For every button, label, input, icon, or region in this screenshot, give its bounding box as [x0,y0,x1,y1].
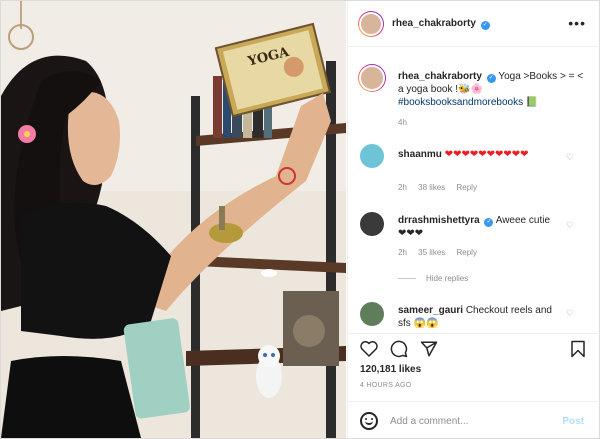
comment-likes[interactable]: 35 likes [418,248,445,257]
verified-icon: ✓ [484,218,494,227]
comment-text: ❤❤❤❤❤❤❤❤❤❤ [444,149,529,160]
caption-meta: 4h [398,118,416,127]
emoji-icon[interactable] [360,412,378,430]
caption-avatar-ring[interactable] [358,64,386,92]
hide-replies-divider [398,278,416,280]
caption-hashtag[interactable]: #booksbooksandmorebooks [398,97,523,108]
reply-button[interactable]: Reply [457,248,477,257]
verified-icon: ✓ [480,21,490,30]
instagram-post: YOGA rhea_chakraborty ✓ ••• rhea_chakrab… [0,0,600,439]
book-emoji-icon: 📗 [525,97,539,108]
comment-avatar[interactable] [360,212,384,236]
comment-text-block: sameer_gauri Checkout reels and sfs 😱😱 [398,304,558,330]
more-options-icon[interactable]: ••• [568,15,586,31]
post-side-panel: rhea_chakraborty ✓ ••• rhea_chakraborty … [347,1,600,438]
save-bookmark-icon[interactable] [570,340,586,358]
reply-button[interactable]: Reply [457,183,477,192]
like-comment-icon[interactable]: ♡ [566,220,574,231]
add-comment-input[interactable]: Add a comment... [390,416,468,427]
hide-replies[interactable]: Hide replies [398,274,468,286]
like-comment-icon[interactable]: ♡ [566,152,574,163]
emoji-eye-left [365,418,367,420]
comment-avatar[interactable] [360,302,384,326]
photo-illustration: YOGA [1,1,346,438]
caption-username[interactable]: rhea_chakraborty [398,71,482,82]
like-count[interactable]: 120,181 likes [360,364,421,375]
avatar-ring[interactable] [358,11,384,37]
comment-time[interactable]: 2h [398,183,407,192]
comments-list: rhea_chakraborty ✓ Yoga >Books > = < a y… [348,48,600,333]
comment-item: drrashmishettyra ✓ Aweee cutie ❤❤❤ ♡ 2h … [348,208,600,263]
comment-username[interactable]: drrashmishettyra [398,215,480,226]
comment-item: sameer_gauri Checkout reels and sfs 😱😱 ♡ [348,300,600,333]
comment-time[interactable]: 2h [398,248,407,257]
comment-username[interactable]: shaanmu [398,149,442,160]
post-timestamp[interactable]: 4 HOURS AGO [360,382,412,389]
post-actions: 120,181 likes 4 HOURS AGO Add a comment.… [348,333,600,438]
emoji-mouth [365,421,373,425]
add-comment-bar: Add a comment... Post [348,401,600,439]
comment-meta: 2h 35 likes Reply [398,248,486,257]
header-username[interactable]: rhea_chakraborty [392,18,476,29]
caption: rhea_chakraborty ✓ Yoga >Books > = < a y… [348,62,600,132]
caption-text-block: rhea_chakraborty ✓ Yoga >Books > = < a y… [398,70,588,109]
comment-item: shaanmu ❤❤❤❤❤❤❤❤❤❤ ♡ 2h 38 likes Reply [348,144,600,199]
post-comment-button[interactable]: Post [562,416,584,427]
post-photo[interactable]: YOGA [1,1,346,438]
hide-replies-label[interactable]: Hide replies [426,274,468,283]
caption-time[interactable]: 4h [398,118,407,127]
emoji-eye-right [371,418,373,420]
caption-avatar[interactable] [359,65,385,91]
avatar[interactable] [359,12,383,36]
header-user: rhea_chakraborty ✓ [392,18,490,30]
verified-icon: ✓ [486,74,496,83]
like-icon[interactable] [360,340,378,357]
comment-meta: 2h 38 likes Reply [398,183,486,192]
post-header: rhea_chakraborty ✓ ••• [348,1,600,47]
share-icon[interactable] [420,340,438,358]
comment-text-block: shaanmu ❤❤❤❤❤❤❤❤❤❤ [398,148,558,161]
comment-username[interactable]: sameer_gauri [398,305,463,316]
comment-text-block: drrashmishettyra ✓ Aweee cutie ❤❤❤ [398,214,558,240]
comment-likes[interactable]: 38 likes [418,183,445,192]
comment-icon[interactable] [390,340,408,358]
like-comment-icon[interactable]: ♡ [566,308,574,319]
comment-avatar[interactable] [360,144,384,168]
